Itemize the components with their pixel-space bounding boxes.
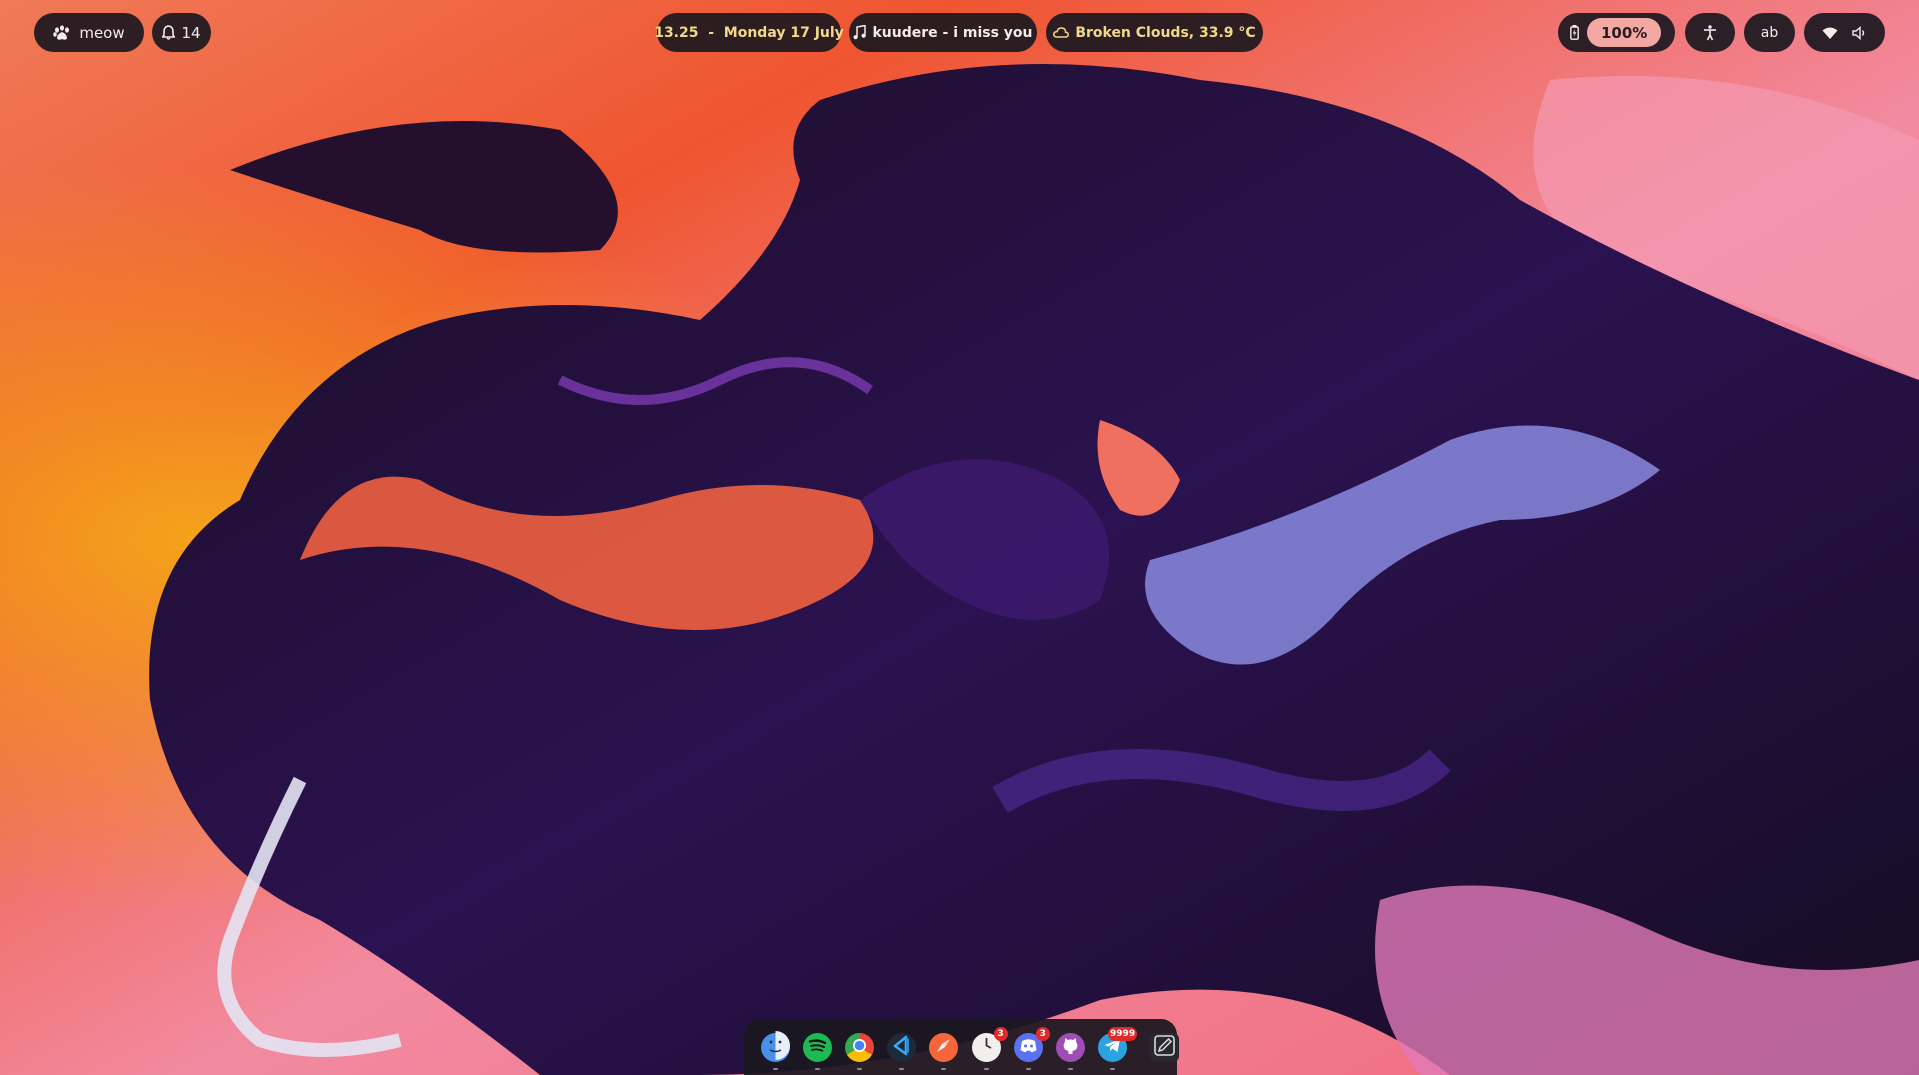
dock-app-finder[interactable]: [760, 1030, 790, 1070]
dock-app-browser[interactable]: [929, 1031, 959, 1070]
dock-app-discord[interactable]: 3: [1013, 1026, 1050, 1070]
keyboard-layout-button[interactable]: ab: [1744, 13, 1795, 52]
battery-widget[interactable]: 100%: [1558, 13, 1675, 52]
battery-icon: [1570, 25, 1579, 40]
dock-app-editor[interactable]: [1150, 1031, 1180, 1064]
dock-app-spotify[interactable]: [802, 1031, 832, 1070]
discord-badge: 3: [1035, 1026, 1050, 1041]
notifications-button[interactable]: 14: [152, 13, 211, 52]
workspace-button[interactable]: meow: [34, 13, 144, 52]
datetime-label: 13.25 - Monday 17 July: [654, 24, 844, 41]
weather-label: Broken Clouds, 33.9 °C: [1075, 24, 1256, 41]
github-icon: [1056, 1031, 1085, 1064]
battery-percent: 100%: [1601, 23, 1648, 42]
desktop-wallpaper: [0, 0, 1919, 1075]
keyboard-layout-label: ab: [1760, 24, 1779, 41]
notification-count: 14: [181, 23, 201, 42]
datetime-widget[interactable]: 13.25 - Monday 17 July: [654, 13, 844, 52]
chrome-icon: [845, 1031, 874, 1064]
accessibility-button[interactable]: [1685, 13, 1735, 52]
now-playing-label: kuudere - i miss you: [872, 24, 1033, 41]
cloud-icon: [1053, 26, 1070, 39]
volume-icon[interactable]: [1852, 25, 1867, 40]
wifi-icon[interactable]: [1822, 27, 1838, 39]
network-audio-widget[interactable]: [1804, 13, 1885, 52]
telegram-badge: 9999: [1108, 1026, 1138, 1041]
compass-icon: [929, 1031, 958, 1064]
dock-app-telegram[interactable]: 9999: [1098, 1026, 1138, 1070]
vscode-icon: [887, 1031, 916, 1064]
dock-app-chrome[interactable]: [844, 1031, 874, 1070]
battery-level: 100%: [1587, 18, 1662, 47]
weather-widget[interactable]: Broken Clouds, 33.9 °C: [1046, 13, 1263, 52]
music-note-icon: [853, 25, 867, 40]
clock-badge: 3: [993, 1026, 1008, 1041]
dock-app-vscode[interactable]: [887, 1031, 917, 1070]
paw-icon: [53, 24, 71, 41]
dock-app-clock[interactable]: 3: [971, 1026, 1008, 1070]
media-player-widget[interactable]: kuudere - i miss you: [849, 13, 1037, 52]
pencil-icon: [1150, 1031, 1179, 1064]
spotify-icon: [803, 1031, 832, 1064]
workspace-label: meow: [79, 23, 125, 42]
bell-icon: [162, 25, 176, 40]
dock-app-github[interactable]: [1055, 1031, 1085, 1070]
finder-icon: [761, 1030, 790, 1064]
accessibility-icon: [1703, 24, 1717, 41]
dock: 3 3 9999: [744, 1019, 1180, 1075]
